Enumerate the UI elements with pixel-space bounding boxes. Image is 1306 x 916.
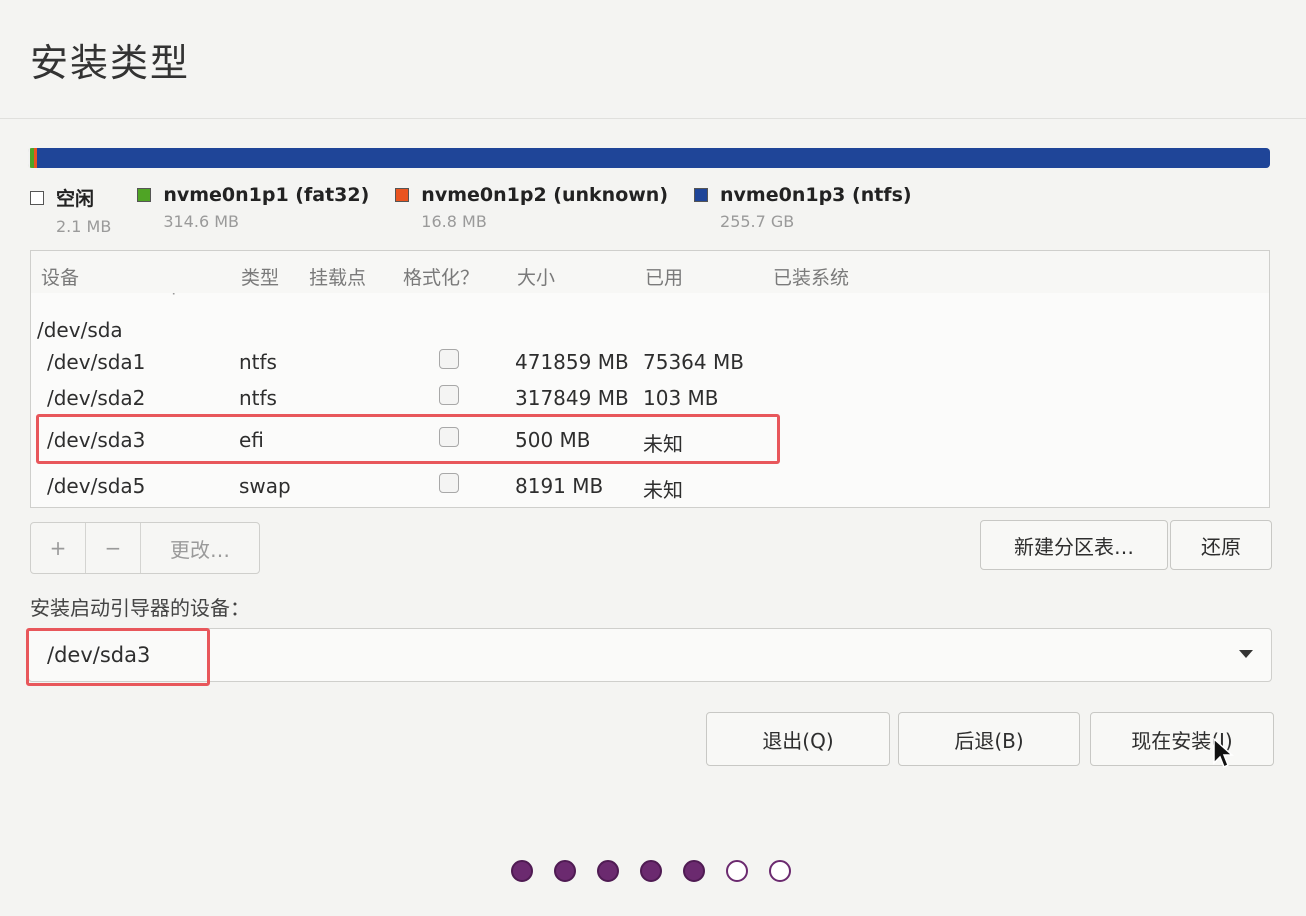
format-checkbox[interactable]: [439, 385, 459, 405]
bootloader-device-select[interactable]: /dev/sda3: [28, 628, 1272, 682]
dropdown-arrow-icon[interactable]: [1239, 650, 1253, 658]
format-checkbox[interactable]: [439, 473, 459, 493]
legend-label: nvme0n1p2 (unknown): [421, 184, 669, 206]
usage-segment-nvme0n1p3: [36, 148, 1270, 168]
column-header-type[interactable]: 类型: [241, 263, 279, 290]
progress-dot-done: [597, 860, 619, 882]
legend-size: 16.8 MB: [421, 212, 487, 231]
partition-toolbar: + − 更改…: [30, 522, 260, 574]
table-row[interactable]: /dev/sda2 ntfs 317849 MB 103 MB: [31, 379, 1269, 415]
partition-legend: 空闲 2.1 MB nvme0n1p1 (fat32) 314.6 MB nvm…: [30, 184, 938, 236]
header-divider: [0, 118, 1306, 119]
column-header-format[interactable]: 格式化？: [403, 263, 479, 290]
progress-dot-done: [640, 860, 662, 882]
cell-device: /dev/sda2: [47, 386, 146, 410]
column-header-system[interactable]: 已装系统: [773, 263, 849, 290]
column-header-used[interactable]: 已用: [645, 263, 683, 290]
cell-device: /dev/sda: [37, 318, 123, 342]
cell-size: 8191 MB: [515, 474, 604, 498]
cell-device: /dev/sda5: [47, 474, 146, 498]
installer-progress: [511, 860, 812, 882]
annotation-highlight-sda3-row: [36, 414, 780, 464]
table-header: 设备 类型 挂载点 格式化？ 大小 已用 已装系统: [31, 251, 1269, 293]
cell-used: 103 MB: [643, 386, 719, 410]
table-row[interactable]: /dev/sda: [31, 311, 1269, 347]
progress-dot-pending: [726, 860, 748, 882]
progress-dot-done: [683, 860, 705, 882]
format-checkbox[interactable]: [439, 349, 459, 369]
column-header-mount[interactable]: 挂载点: [309, 263, 366, 290]
legend-swatch: [395, 188, 410, 202]
legend-size: 255.7 GB: [720, 212, 795, 231]
remove-partition-button[interactable]: −: [86, 523, 141, 573]
legend-item-nvme0n1p3: nvme0n1p3 (ntfs) 255.7 GB: [694, 184, 912, 236]
table-row[interactable]: /dev/sda5 swap 8191 MB 未知: [31, 467, 1269, 503]
progress-dot-done: [511, 860, 533, 882]
legend-item-nvme0n1p1: nvme0n1p1 (fat32) 314.6 MB: [137, 184, 369, 236]
quit-button[interactable]: 退出(Q): [706, 712, 890, 766]
revert-button[interactable]: 还原: [1170, 520, 1272, 570]
mouse-pointer-icon: [1213, 737, 1234, 769]
cell-type: ntfs: [239, 386, 277, 410]
legend-label: nvme0n1p1 (fat32): [163, 184, 370, 206]
column-header-size[interactable]: 大小: [517, 263, 555, 290]
table-row[interactable]: /dev/sda1 ntfs 471859 MB 75364 MB: [31, 343, 1269, 379]
legend-item-free: 空闲 2.1 MB: [30, 184, 111, 236]
cell-size: 317849 MB: [515, 386, 629, 410]
legend-swatch: [137, 188, 152, 202]
cell-size: 471859 MB: [515, 350, 629, 374]
cell-device: /dev/sda1: [47, 350, 146, 374]
new-partition-table-button[interactable]: 新建分区表…: [980, 520, 1168, 570]
legend-label: nvme0n1p3 (ntfs): [720, 184, 912, 206]
bootloader-device-label: 安装启动引导器的设备：: [30, 596, 250, 620]
progress-dot-done: [554, 860, 576, 882]
cell-type: ntfs: [239, 350, 277, 374]
partition-table[interactable]: 设备 类型 挂载点 格式化？ 大小 已用 已装系统 /dev/nvme0n1p3…: [30, 250, 1270, 508]
install-now-button[interactable]: 现在安装(I): [1090, 712, 1274, 766]
cell-type: swap: [239, 474, 291, 498]
legend-item-nvme0n1p2: nvme0n1p2 (unknown) 16.8 MB: [395, 184, 668, 236]
progress-dot-pending: [769, 860, 791, 882]
change-partition-button[interactable]: 更改…: [141, 523, 259, 573]
cell-used: 75364 MB: [643, 350, 744, 374]
legend-swatch: [694, 188, 709, 202]
add-partition-button[interactable]: +: [31, 523, 86, 573]
column-header-device[interactable]: 设备: [41, 263, 79, 290]
annotation-highlight-bootloader: [26, 628, 210, 686]
page-title: 安装类型: [30, 41, 191, 85]
legend-size: 2.1 MB: [56, 217, 112, 236]
legend-label: 空闲: [56, 188, 95, 210]
disk-usage-bar: [28, 148, 1270, 168]
legend-size: 314.6 MB: [163, 212, 239, 231]
cell-used: 未知: [643, 478, 683, 502]
legend-swatch: [30, 190, 44, 205]
back-button[interactable]: 后退(B): [898, 712, 1080, 766]
